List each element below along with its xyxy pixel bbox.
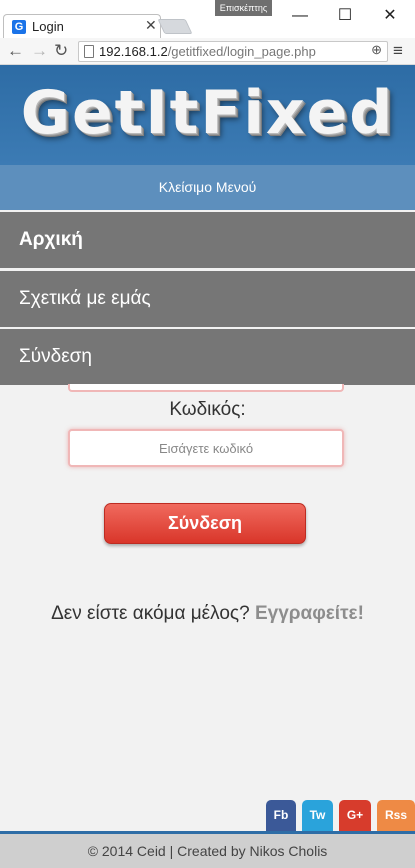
browser-tab[interactable]: G Login ✕ (3, 14, 161, 38)
browser-menu-icon[interactable]: ≡ (393, 41, 403, 61)
username-field[interactable] (68, 384, 344, 392)
maximize-icon[interactable]: ☐ (325, 4, 365, 28)
register-link[interactable]: Εγγραφείτε! (255, 603, 364, 624)
page-icon (84, 45, 94, 58)
password-field[interactable] (68, 429, 344, 467)
password-label: Κωδικός: (169, 399, 246, 420)
browser-toolbar: ← → ↻ 192.168.1.2/getitfixed/login_page.… (0, 38, 415, 65)
register-prompt: Δεν είστε ακόμα μέλος? Εγγραφείτε! (0, 603, 415, 625)
facebook-button[interactable]: Fb (266, 800, 296, 831)
close-tab-icon[interactable]: ✕ (145, 17, 157, 34)
nav-item-login[interactable]: Σύνδεση (0, 329, 415, 385)
twitter-button[interactable]: Tw (302, 800, 333, 831)
reload-icon[interactable]: ↻ (54, 40, 68, 62)
close-window-icon[interactable]: ✕ (370, 4, 410, 28)
url-text: 192.168.1.2/getitfixed/login_page.php (99, 44, 316, 59)
site-footer: © 2014 Ceid | Created by Nikos Cholis (0, 831, 415, 868)
site-logo[interactable]: GetItFixed (0, 78, 415, 148)
rss-button[interactable]: Rss (377, 800, 415, 831)
favicon-icon: G (12, 20, 26, 34)
register-prompt-text: Δεν είστε ακόμα μέλος? (51, 603, 250, 624)
site-header: GetItFixed (0, 65, 415, 165)
forward-arrow-icon[interactable]: → (31, 40, 48, 62)
address-bar[interactable]: 192.168.1.2/getitfixed/login_page.php ⊕ (78, 41, 388, 62)
back-arrow-icon[interactable]: ← (7, 40, 24, 62)
google-plus-button[interactable]: G+ (339, 800, 371, 831)
new-tab-button[interactable] (157, 19, 193, 34)
menu-toggle[interactable]: Κλείσιμο Μενού (0, 165, 415, 210)
zoom-icon[interactable]: ⊕ (371, 42, 382, 58)
nav-item-about[interactable]: Σχετικά με εμάς (0, 271, 415, 327)
browser-titlebar: Επισκέπτης G Login ✕ — ☐ ✕ (0, 0, 415, 38)
nav-item-home[interactable]: Αρχική (0, 212, 415, 268)
guest-badge: Επισκέπτης (215, 0, 272, 16)
login-button[interactable]: Σύνδεση (104, 503, 306, 544)
tab-title: Login (32, 19, 64, 34)
minimize-icon[interactable]: — (280, 4, 320, 28)
